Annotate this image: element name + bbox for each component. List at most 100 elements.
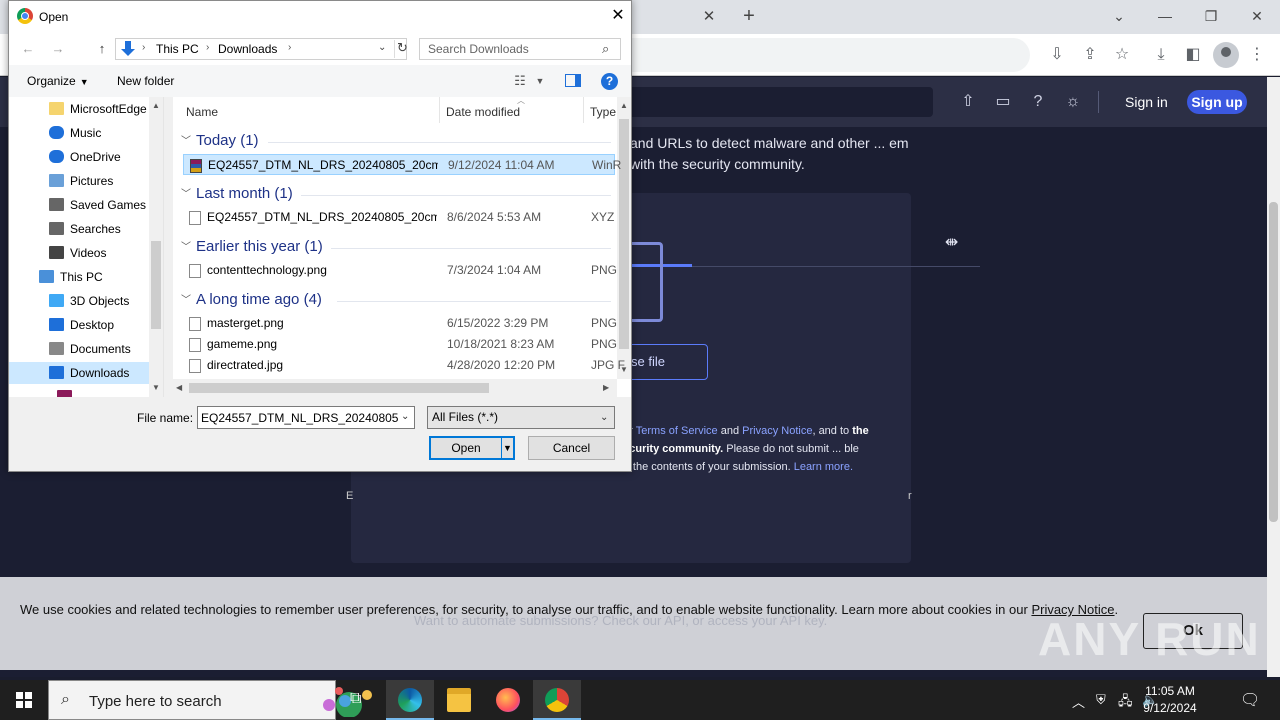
scroll-down-icon[interactable]: ▼	[152, 383, 160, 392]
sign-in-link[interactable]: Sign in	[1125, 94, 1168, 110]
nav-item-microsoftedge[interactable]: MicrosoftEdge	[9, 98, 149, 120]
refresh-icon[interactable]: ↻	[394, 40, 408, 58]
tab-search-chevron-icon[interactable]: ⌄	[1096, 4, 1142, 28]
site-search-input[interactable]	[600, 87, 933, 117]
theme-icon[interactable]: ☼	[1062, 91, 1084, 113]
tray-overflow-icon[interactable]: ︿	[1072, 692, 1085, 711]
bookmark-star-icon[interactable]: ☆	[1111, 44, 1133, 66]
cancel-button[interactable]: Cancel	[528, 436, 615, 460]
open-split-dropdown-icon[interactable]: ▼	[501, 438, 513, 458]
column-date-modified[interactable]: Date modified	[446, 105, 520, 119]
page-scrollbar-thumb[interactable]	[1269, 202, 1278, 522]
nav-item-documents[interactable]: Documents	[9, 338, 149, 360]
scroll-left-icon[interactable]: ◀	[176, 383, 182, 392]
nav-item-pictures[interactable]: Pictures	[9, 170, 149, 192]
breadcrumb-downloads[interactable]: Downloads	[218, 42, 277, 56]
file-list-vscrollbar-thumb[interactable]	[619, 119, 629, 349]
notifications-icon[interactable]: ▭	[992, 91, 1014, 113]
restore-button[interactable]: ❐	[1188, 4, 1234, 28]
file-list-hscrollbar[interactable]: ◀ ▶	[173, 379, 617, 397]
forward-arrow-icon[interactable]: →	[49, 40, 67, 58]
menu-kebab-icon[interactable]: ⋮	[1246, 44, 1268, 66]
column-divider[interactable]	[583, 97, 584, 123]
start-button[interactable]	[0, 680, 48, 720]
window-close-button[interactable]: ✕	[1234, 4, 1280, 28]
nav-item-downloads[interactable]: Downloads	[9, 362, 149, 384]
taskbar-chrome[interactable]	[533, 680, 581, 720]
nav-item-3d-objects[interactable]: 3D Objects	[9, 290, 149, 312]
scroll-up-icon[interactable]: ▲	[620, 101, 628, 110]
file-row[interactable]: EQ24557_DTM_NL_DRS_20240805_20cm.x... 8/6…	[183, 207, 615, 228]
upload-icon[interactable]: ⇧	[957, 91, 979, 113]
taskbar-edge[interactable]	[386, 680, 434, 720]
file-row[interactable]: directrated.jpg 4/28/2020 12:20 PM JPG F	[183, 355, 625, 376]
column-type[interactable]: Type	[590, 105, 616, 119]
file-name-input[interactable]	[198, 407, 398, 428]
group-header[interactable]: ﹀ A long time ago (4)	[181, 289, 322, 311]
back-arrow-icon[interactable]: ←	[19, 40, 37, 58]
tray-security-icon[interactable]: ⛨	[1096, 692, 1106, 708]
breadcrumb-this-pc[interactable]: This PC	[156, 42, 199, 56]
task-view-button[interactable]: ⧉	[336, 680, 384, 720]
install-app-icon[interactable]: ⇩	[1046, 44, 1068, 66]
learn-more-link[interactable]: Learn more.	[794, 461, 853, 473]
help-icon[interactable]: ?	[601, 73, 618, 90]
minimize-button[interactable]: —	[1142, 4, 1188, 28]
group-header[interactable]: ﹀ Last month (1)	[181, 183, 293, 205]
column-name[interactable]: Name	[186, 105, 218, 119]
scroll-up-icon[interactable]: ▲	[152, 101, 160, 110]
profile-avatar[interactable]	[1213, 42, 1239, 68]
nav-item-videos[interactable]: Videos	[9, 242, 149, 264]
new-tab-button[interactable]: +	[738, 5, 760, 27]
network-icon[interactable]: 🖧	[1118, 692, 1133, 714]
search-tab-icon[interactable]: ⇼	[945, 232, 958, 252]
file-row[interactable]: gameme.png 10/18/2021 8:23 AM PNG	[183, 334, 617, 355]
taskbar-search-box[interactable]: ⌕ Type here to search	[48, 680, 372, 720]
file-row[interactable]: masterget.png 6/15/2022 3:29 PM PNG	[183, 313, 617, 334]
nav-item-eq24557-dtm[interactable]: EQ24557_DTM	[9, 386, 149, 397]
help-icon[interactable]: ?	[1027, 91, 1049, 113]
new-folder-button[interactable]: New folder	[117, 74, 174, 88]
address-bar[interactable]	[600, 38, 1030, 72]
file-list-vscrollbar[interactable]: ▲ ▼	[617, 97, 631, 379]
dialog-close-button[interactable]: ✕	[607, 5, 629, 27]
sign-up-button[interactable]: Sign up	[1187, 90, 1247, 114]
nav-item-searches[interactable]: Searches	[9, 218, 149, 240]
file-row[interactable]: contenttechnology.png 7/3/2024 1:04 AM PNG	[183, 260, 617, 281]
group-header[interactable]: ﹀ Earlier this year (1)	[181, 236, 323, 258]
column-divider[interactable]	[439, 97, 440, 123]
page-scrollbar[interactable]	[1267, 77, 1280, 677]
taskbar-file-explorer[interactable]	[435, 680, 483, 720]
notification-center-icon[interactable]: 🗨	[1240, 690, 1260, 710]
nav-item-desktop[interactable]: Desktop	[9, 314, 149, 336]
file-list-hscrollbar-thumb[interactable]	[189, 383, 489, 393]
nav-item-onedrive[interactable]: OneDrive	[9, 146, 149, 168]
file-type-select[interactable]: All Files (*.*) ⌄	[427, 406, 615, 429]
scroll-right-icon[interactable]: ▶	[603, 383, 609, 392]
caret-down-icon[interactable]: ▼	[531, 73, 549, 89]
group-header[interactable]: ﹀ Today (1)	[181, 130, 259, 152]
navigation-scrollbar[interactable]: ▲ ▼	[149, 97, 163, 397]
nav-item-music[interactable]: Music	[9, 122, 149, 144]
terms-link[interactable]: Terms of Service	[636, 425, 718, 437]
search-downloads-input[interactable]	[420, 39, 600, 59]
downloads-icon[interactable]: ⤓	[1150, 44, 1172, 66]
up-arrow-icon[interactable]: ↑	[93, 40, 111, 58]
privacy-link[interactable]: Privacy Notice	[742, 425, 812, 437]
share-icon[interactable]: ⇪	[1079, 44, 1101, 66]
view-options-icon[interactable]: ☷	[511, 73, 529, 89]
address-breadcrumb[interactable]: › This PC › Downloads › ⌄ ↻	[115, 38, 408, 60]
nav-item-this-pc[interactable]: This PC	[9, 266, 149, 288]
chevron-down-icon[interactable]: ⌄	[401, 411, 409, 422]
nav-item-saved-games[interactable]: Saved Games	[9, 194, 149, 216]
address-dropdown-icon[interactable]: ⌄	[378, 42, 386, 53]
tab-close-button[interactable]: ✕	[700, 8, 718, 26]
preview-pane-icon[interactable]	[565, 74, 581, 87]
clock[interactable]: 11:05 AM 9/12/2024	[1140, 683, 1200, 717]
navigation-scrollbar-thumb[interactable]	[151, 241, 161, 329]
side-panel-icon[interactable]: ◧	[1182, 44, 1204, 66]
open-button[interactable]: Open ▼	[429, 436, 515, 460]
file-row[interactable]: EQ24557_DTM_NL_DRS_20240805_20cm.zip 9/12…	[183, 154, 621, 175]
taskbar-firefox[interactable]	[484, 680, 532, 720]
organize-button[interactable]: Organize ▼	[27, 74, 89, 88]
